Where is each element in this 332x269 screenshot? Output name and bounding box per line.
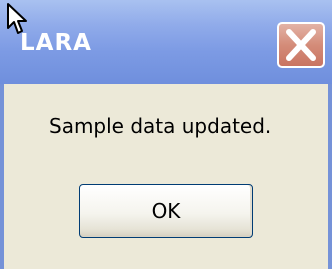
mouse-pointer-icon [7,3,27,34]
window-title: LARA [20,30,92,56]
window-frame-left [0,84,4,269]
window-frame-right [328,84,332,269]
message-dialog: LARA Sample data updated. OK [0,0,332,269]
ok-button-label: OK [151,199,181,223]
close-button[interactable] [277,22,325,68]
dialog-message: Sample data updated. [49,114,272,138]
ok-button[interactable]: OK [79,184,253,238]
close-x-icon [286,29,316,61]
title-bar[interactable]: LARA [0,0,332,84]
